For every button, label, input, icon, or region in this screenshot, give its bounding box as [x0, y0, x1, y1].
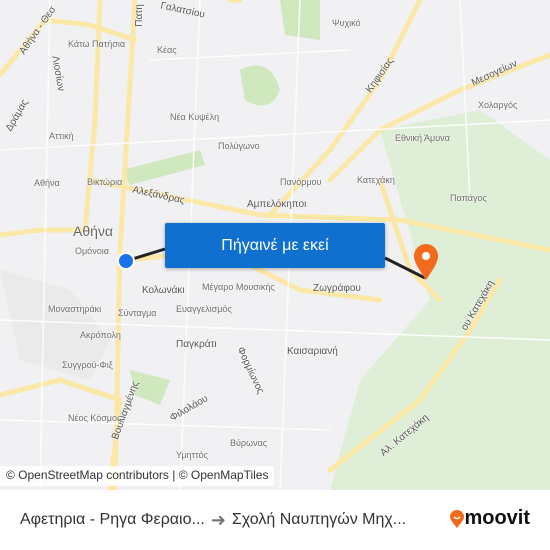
map-label: Μοναστηράκι	[48, 304, 102, 314]
map-label: Παγκράτι	[176, 339, 217, 350]
map-label: Σύνταγμα	[118, 308, 157, 318]
map-label: Ακρόπολη	[80, 330, 121, 340]
map-attribution[interactable]: © OpenStreetMap contributors | © OpenMap…	[0, 466, 275, 486]
map-label: Εθνική Άμυνα	[395, 133, 450, 143]
map-label: Αμπελόκηποι	[247, 199, 307, 210]
map-label: Ψυχικό	[332, 18, 361, 28]
moovit-pin-icon	[450, 509, 465, 528]
map-label: Βικτώρια	[87, 177, 123, 187]
origin-marker	[117, 252, 135, 270]
map-label: Ευαγγελισμός	[176, 304, 232, 314]
map-label: Μέγαρο Μουσικής	[202, 282, 275, 292]
map-label: Καισαριανή	[287, 346, 338, 357]
map-label: Αθήνα	[34, 178, 60, 188]
map-label: Συγγρού-Φιξ	[62, 360, 113, 370]
map-label: Νέα Κυψέλη	[170, 112, 220, 122]
map-label: Κέας	[157, 45, 177, 55]
map-label: Κατεχάκη	[357, 175, 395, 185]
map-label: Βύρωνας	[230, 438, 268, 448]
map-label: Παπάγος	[450, 193, 487, 203]
map-label: Χολαργός	[478, 100, 518, 110]
map-label: Κολωνάκι	[142, 285, 185, 296]
map-label: Κάτω Πατήσια	[68, 39, 126, 49]
map-label: Πανόρμου	[280, 177, 322, 187]
park	[240, 65, 280, 106]
map-label: Ζωγράφου	[313, 283, 361, 294]
map-label: Αθήνα	[73, 223, 114, 239]
moovit-logo: moovit	[450, 507, 530, 530]
destination-name: Σχολή Ναυπηγών Μηχ...	[231, 511, 407, 528]
map-label: Υμηττός	[176, 450, 208, 460]
map[interactable]: Γαλατσίου Ψυχικό Κάτω Πατήσια Κέας Πατη …	[0, 0, 550, 490]
origin-name: Αφετηρια - Ρηγα Φεραιο...	[20, 511, 205, 528]
map-label: Πατη	[133, 4, 145, 27]
map-label: Αττική	[49, 131, 74, 141]
arrow-right-icon: ➜	[210, 509, 226, 530]
map-label: Νέος Κόσμος	[68, 413, 122, 423]
map-label: Ομόνοια	[75, 246, 109, 256]
go-there-button[interactable]: Πήγαινέ με εκεί	[165, 223, 385, 268]
map-label: Πολύγωνο	[218, 141, 260, 151]
